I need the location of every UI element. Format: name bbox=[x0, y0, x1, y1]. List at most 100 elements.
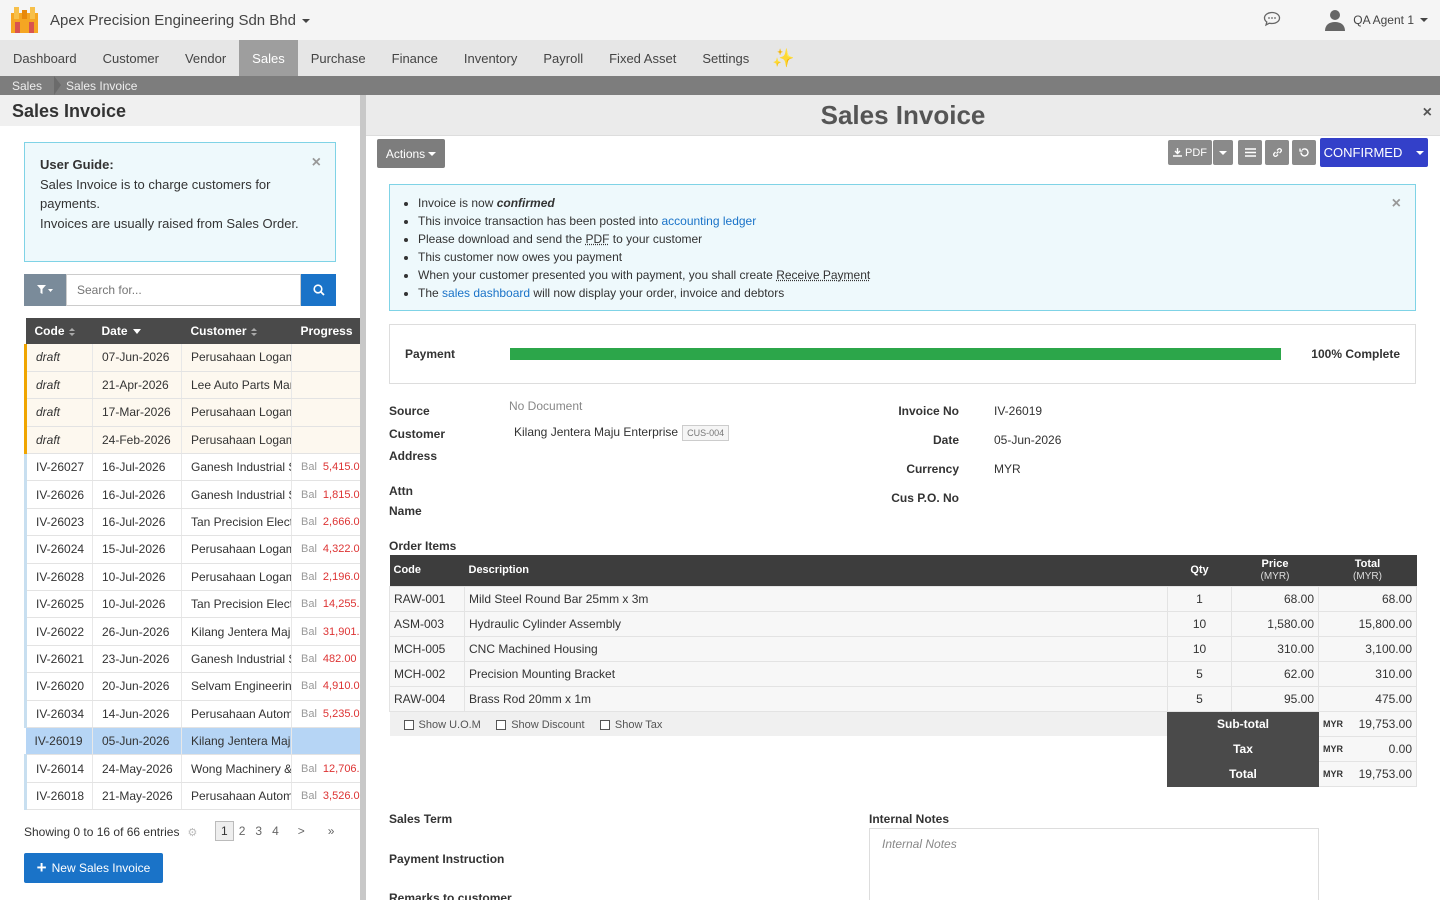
row-progress: Bal 3,526.00 bbox=[291, 782, 362, 811]
status-dropdown[interactable]: CONFIRMED bbox=[1320, 138, 1428, 167]
row-code: IV-26019 bbox=[25, 727, 93, 756]
list-view-button[interactable] bbox=[1238, 140, 1262, 165]
row-customer: Perusahaan Logam bbox=[181, 426, 292, 455]
table-row[interactable]: IV-2601424-May-2026Wong Machinery & Tool… bbox=[24, 754, 362, 783]
item-price: 62.00 bbox=[1231, 660, 1319, 687]
list-panel-title: Sales Invoice bbox=[0, 95, 360, 126]
chat-icon[interactable] bbox=[1263, 11, 1281, 30]
table-row[interactable]: draft 24-Feb-2026 Perusahaan Logam bbox=[24, 426, 362, 455]
breadcrumb-sales-invoice[interactable]: Sales Invoice bbox=[61, 79, 149, 93]
customer-code-badge: CUS-004 bbox=[682, 425, 730, 441]
item-desc: Brass Rod 20mm x 1m bbox=[464, 685, 1168, 712]
show-discount-checkbox[interactable]: Show Discount bbox=[496, 719, 585, 731]
balance-value: 482.00 bbox=[322, 652, 357, 665]
order-item-row[interactable]: MCH-002 Precision Mounting Bracket 5 62.00 3… bbox=[389, 660, 1417, 687]
pdf-options-dropdown[interactable] bbox=[1213, 140, 1233, 165]
table-row[interactable]: IV-2602716-Jul-2026Ganesh Industrial Sup… bbox=[24, 453, 362, 482]
table-row[interactable]: IV-26028 10-Jul-2026 Perusahaan Logam Bal 2,… bbox=[24, 563, 362, 592]
accounting-ledger-link[interactable]: accounting ledger bbox=[661, 214, 756, 228]
table-row[interactable]: draft 17-Mar-2026 Perusahaan Logam bbox=[24, 398, 362, 427]
row-progress: Bal 5,415.00 bbox=[291, 453, 362, 482]
row-progress: Bal 2,196.00 bbox=[291, 563, 362, 592]
po-label: Cus P.O. No bbox=[891, 491, 959, 505]
receive-payment-link[interactable]: Receive Payment bbox=[776, 268, 870, 282]
table-row[interactable]: IV-2602316-Jul-2026Tan Precision Electro… bbox=[24, 508, 362, 537]
nav-payroll[interactable]: Payroll bbox=[530, 40, 596, 76]
page-next[interactable]: > bbox=[284, 824, 310, 838]
close-icon[interactable]: × bbox=[312, 153, 321, 173]
order-item-row[interactable]: RAW-001 Mild Steel Round Bar 25mm x 3m 1 68… bbox=[389, 585, 1417, 612]
page-2[interactable]: 2 bbox=[234, 824, 251, 838]
table-row[interactable]: IV-26022 26-Jun-2026 Kilang Jentera Maju Ba… bbox=[24, 617, 362, 646]
chevron-down-icon bbox=[428, 151, 437, 156]
row-progress bbox=[291, 344, 362, 372]
table-row[interactable]: IV-2601821-May-2026Perusahaan AutomotifB… bbox=[24, 782, 362, 811]
new-sales-invoice-button[interactable]: + New Sales Invoice bbox=[24, 853, 163, 883]
table-row[interactable]: IV-2602123-Jun-2026Ganesh Industrial Sup… bbox=[24, 645, 362, 674]
entries-info: Showing 0 to 16 of 66 entries ⚙ bbox=[24, 825, 198, 839]
invoice-list-panel: Sales Invoice User Guide: Sales Invoice … bbox=[0, 95, 362, 900]
nav-customer[interactable]: Customer bbox=[90, 40, 172, 76]
row-date: 17-Mar-2026 bbox=[92, 398, 182, 427]
history-button[interactable] bbox=[1292, 140, 1316, 165]
column-header-progress[interactable]: Progress bbox=[291, 318, 362, 344]
close-icon[interactable]: × bbox=[1423, 104, 1432, 122]
table-row[interactable]: IV-2602510-Jul-2026Tan Precision Electro… bbox=[24, 590, 362, 619]
column-header-date[interactable]: Date bbox=[92, 318, 182, 344]
breadcrumb-sales[interactable]: Sales bbox=[0, 79, 54, 93]
table-row[interactable]: IV-2602616-Jul-2026Ganesh Industrial Sup… bbox=[24, 480, 362, 509]
nav-finance[interactable]: Finance bbox=[379, 40, 451, 76]
table-row[interactable]: draft21-Apr-2026Lee Auto Parts Manufactu… bbox=[24, 371, 362, 400]
table-row[interactable]: IV-2603414-Jun-2026Perusahaan AutomotifB… bbox=[24, 700, 362, 728]
row-progress: Bal 14,255.00 bbox=[291, 590, 362, 619]
search-input[interactable] bbox=[66, 274, 301, 306]
sales-term-label: Sales Term bbox=[389, 812, 453, 826]
balance-label: Bal bbox=[301, 625, 317, 638]
nav-inventory[interactable]: Inventory bbox=[451, 40, 530, 76]
nav-fixed-asset[interactable]: Fixed Asset bbox=[596, 40, 689, 76]
sparkle-icon[interactable]: ✨ bbox=[762, 40, 804, 76]
pdf-button[interactable]: PDF bbox=[1168, 140, 1212, 165]
row-progress bbox=[291, 727, 362, 756]
search-button[interactable] bbox=[301, 274, 336, 306]
page-3[interactable]: 3 bbox=[250, 824, 267, 838]
page-1[interactable]: 1 bbox=[215, 821, 234, 841]
table-row[interactable]: draft 07-Jun-2026 Perusahaan Logam bbox=[24, 344, 362, 372]
actions-dropdown[interactable]: Actions bbox=[377, 139, 445, 168]
source-value: No Document bbox=[509, 399, 583, 413]
nav-purchase[interactable]: Purchase bbox=[298, 40, 379, 76]
nav-vendor[interactable]: Vendor bbox=[172, 40, 239, 76]
pdf-link[interactable]: PDF bbox=[585, 232, 609, 246]
internal-notes-input[interactable]: Internal Notes bbox=[869, 828, 1319, 900]
page-4[interactable]: 4 bbox=[267, 824, 284, 838]
show-tax-checkbox[interactable]: Show Tax bbox=[599, 719, 662, 731]
order-item-row[interactable]: RAW-004 Brass Rod 20mm x 1m 5 95.00 475.00 bbox=[389, 685, 1417, 712]
sales-dashboard-link[interactable]: sales dashboard bbox=[442, 286, 530, 300]
row-code: draft bbox=[24, 426, 93, 455]
table-row[interactable]: IV-26019 05-Jun-2026 Kilang Jentera Maju bbox=[25, 727, 362, 756]
nav-sales[interactable]: Sales bbox=[239, 40, 298, 76]
chevron-down-icon bbox=[1420, 18, 1428, 22]
table-row[interactable]: IV-26024 15-Jul-2026 Perusahaan Logam Bal 4,… bbox=[24, 535, 362, 564]
customer-value[interactable]: Kilang Jentera Maju Enterprise CUS-004 bbox=[514, 425, 730, 441]
order-item-row[interactable]: ASM-003 Hydraulic Cylinder Assembly 10 1,58… bbox=[389, 610, 1417, 637]
payment-progress-bar bbox=[510, 348, 1281, 360]
show-uom-checkbox[interactable]: Show U.O.M bbox=[403, 719, 481, 731]
user-menu[interactable]: QA Agent 1 bbox=[1325, 9, 1428, 31]
nav-settings[interactable]: Settings bbox=[689, 40, 762, 76]
chevron-down-icon bbox=[1219, 150, 1227, 155]
column-header-customer[interactable]: Customer bbox=[181, 318, 292, 344]
close-icon[interactable]: × bbox=[1392, 195, 1401, 213]
order-item-row[interactable]: MCH-005 CNC Machined Housing 10 310.00 3,100… bbox=[389, 635, 1417, 662]
column-header-code[interactable]: Code bbox=[25, 318, 93, 344]
nav-dashboard[interactable]: Dashboard bbox=[0, 40, 90, 76]
page-last[interactable]: » bbox=[310, 824, 340, 838]
share-link-button[interactable] bbox=[1265, 140, 1289, 165]
table-row[interactable]: IV-26020 20-Jun-2026 Selvam Engineering Bal… bbox=[24, 672, 362, 701]
balance-label: Bal bbox=[301, 789, 317, 802]
gear-icon[interactable]: ⚙ bbox=[187, 826, 197, 839]
item-total: 310.00 bbox=[1318, 660, 1417, 687]
company-switcher[interactable]: Apex Precision Engineering Sdn Bhd bbox=[50, 12, 310, 29]
item-qty: 5 bbox=[1167, 685, 1232, 712]
filter-button[interactable] bbox=[24, 274, 66, 306]
